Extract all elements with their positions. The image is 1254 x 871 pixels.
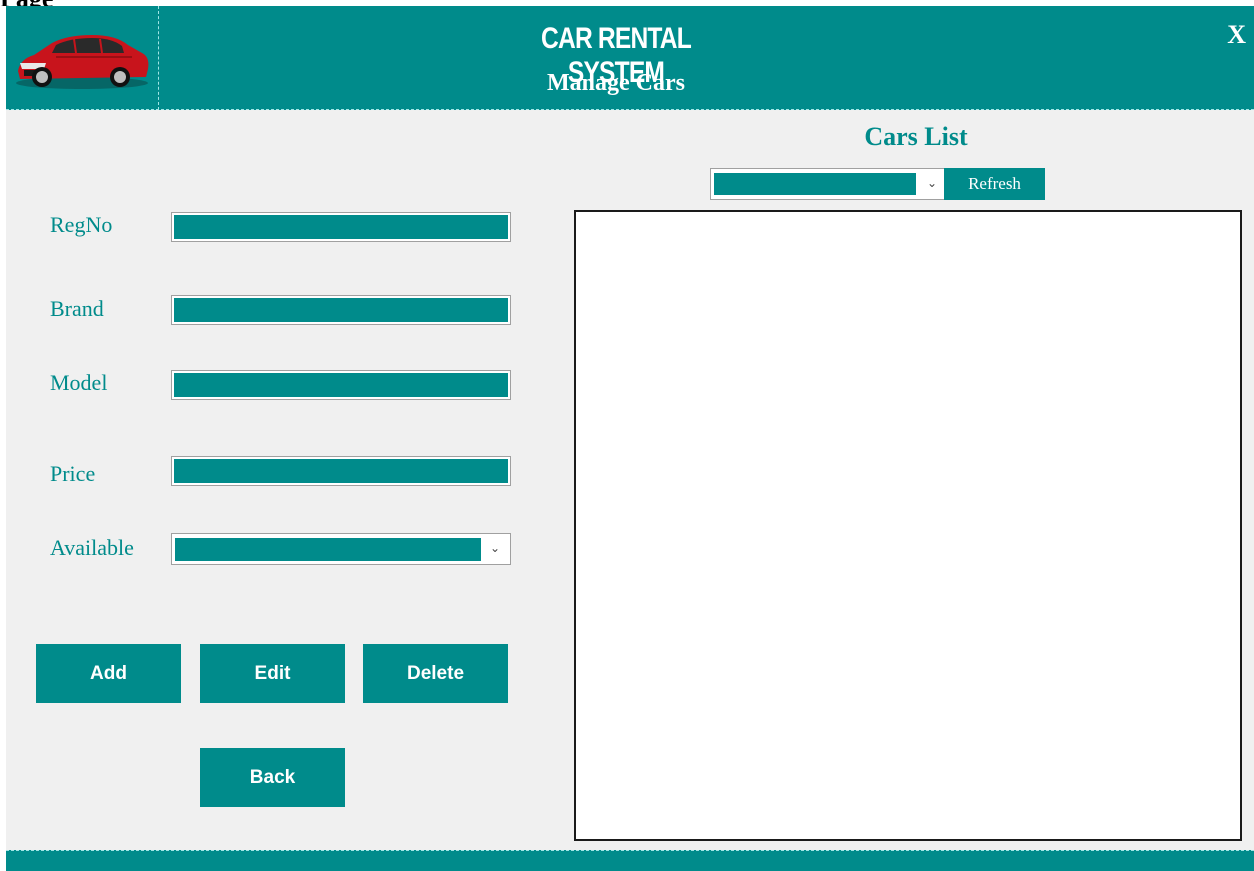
manage-cars-window: CAR RENTAL SYSTEM Manage Cars X RegNo Br… [6,6,1254,871]
available-label: Available [50,535,134,560]
cars-filter-value [714,173,916,195]
price-input[interactable] [171,456,511,486]
header: CAR RENTAL SYSTEM Manage Cars X [6,6,1254,110]
cars-list-title: Cars List [864,122,968,151]
page-title: Manage Cars [547,70,685,96]
cars-list-grid[interactable] [574,210,1242,841]
chevron-down-icon: ⌄ [490,541,501,555]
chevron-down-icon: ⌄ [927,176,938,190]
back-button[interactable]: Back [200,748,345,807]
delete-button[interactable]: Delete [363,644,508,703]
brand-input[interactable] [171,295,511,325]
logo [6,6,159,110]
model-input[interactable] [171,370,511,400]
price-label: Price [50,461,96,486]
available-select[interactable]: ⌄ [171,533,511,565]
available-select-value [175,538,481,561]
add-button[interactable]: Add [36,644,181,703]
edit-button[interactable]: Edit [200,644,345,703]
brand-label: Brand [50,296,104,321]
close-button[interactable]: X [1227,20,1246,50]
regno-input[interactable] [171,212,511,242]
cars-filter-select[interactable]: ⌄ [710,168,946,200]
model-label: Model [50,370,108,395]
footer-bar [6,850,1254,871]
regno-label: RegNo [50,212,113,237]
refresh-button[interactable]: Refresh [944,168,1045,200]
car-logo-icon [16,35,149,89]
